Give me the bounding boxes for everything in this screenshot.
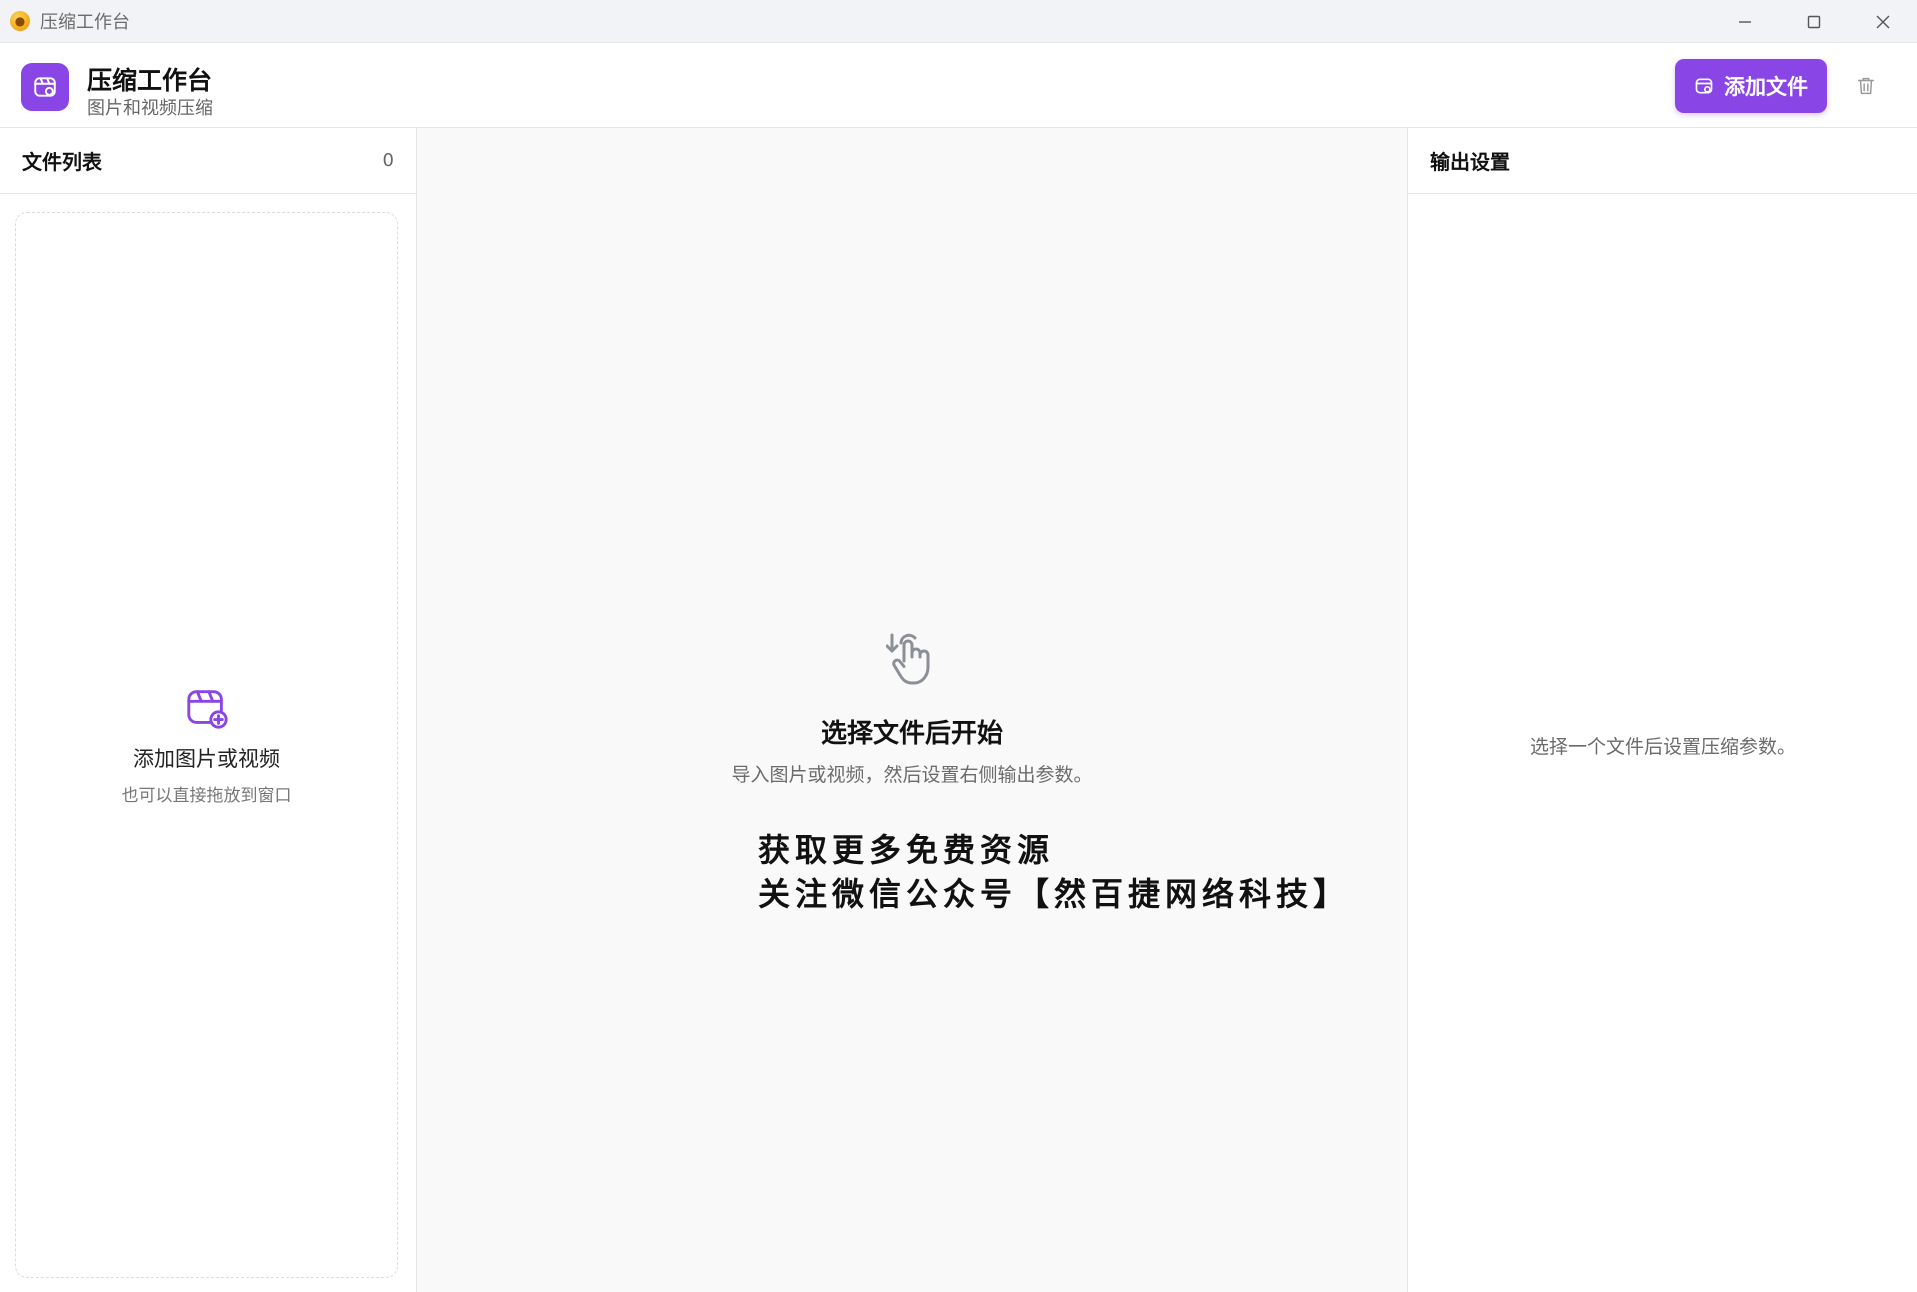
close-icon <box>1876 15 1889 28</box>
app-subtitle: 图片和视频压缩 <box>87 98 213 119</box>
promo-text: 获取更多免费资源 关注微信公众号【然百捷网络科技】 <box>758 828 1350 916</box>
minimize-icon <box>1738 20 1751 23</box>
calendar-add-icon <box>34 77 56 97</box>
file-count: 0 <box>382 150 394 171</box>
window-titlebar: ● 压缩工作台 <box>0 0 1917 43</box>
dropzone-title: 添加图片或视频 <box>133 746 280 771</box>
brand-icon <box>21 63 69 111</box>
app-title: 压缩工作台 <box>87 66 213 95</box>
empty-state-title: 选择文件后开始 <box>820 719 1003 749</box>
minimize-button[interactable] <box>1710 0 1779 43</box>
file-dropzone[interactable]: 添加图片或视频 也可以直接拖放到窗口 <box>15 212 398 1278</box>
calendar-add-icon <box>1695 78 1713 94</box>
output-settings-panel: 输出设置 选择一个文件后设置压缩参数。 <box>1407 128 1917 1292</box>
trash-icon[interactable] <box>1855 74 1877 98</box>
maximize-button[interactable] <box>1779 0 1848 43</box>
file-list-title: 文件列表 <box>22 150 102 174</box>
empty-state-subtitle: 导入图片或视频，然后设置右侧输出参数。 <box>731 764 1093 786</box>
preview-panel: 选择文件后开始 导入图片或视频，然后设置右侧输出参数。 获取更多免费资源 关注微… <box>417 128 1407 1292</box>
add-file-button[interactable]: 添加文件 <box>1675 59 1827 113</box>
window-title: 压缩工作台 <box>40 12 130 33</box>
calendar-add-icon <box>186 689 228 729</box>
close-button[interactable] <box>1848 0 1917 43</box>
output-settings-hint: 选择一个文件后设置压缩参数。 <box>1529 736 1796 758</box>
app-header: 压缩工作台 图片和视频压缩 添加文件 <box>0 43 1917 128</box>
file-list-panel: 文件列表 0 添加图片或视频 也可以直接拖放到窗口 <box>0 128 417 1292</box>
promo-line-1: 获取更多免费资源 <box>758 831 1055 869</box>
maximize-icon <box>1807 15 1820 28</box>
dropzone-subtitle: 也可以直接拖放到窗口 <box>121 785 292 806</box>
hand-tap-icon <box>886 633 930 685</box>
app-logo-icon: ● <box>10 11 30 31</box>
add-file-button-label: 添加文件 <box>1724 75 1808 99</box>
promo-line-2: 关注微信公众号【然百捷网络科技】 <box>758 875 1351 913</box>
file-list-header: 文件列表 0 <box>0 128 416 194</box>
output-settings-title: 输出设置 <box>1430 150 1510 174</box>
window-controls <box>1710 0 1917 43</box>
output-settings-header: 输出设置 <box>1408 128 1917 194</box>
